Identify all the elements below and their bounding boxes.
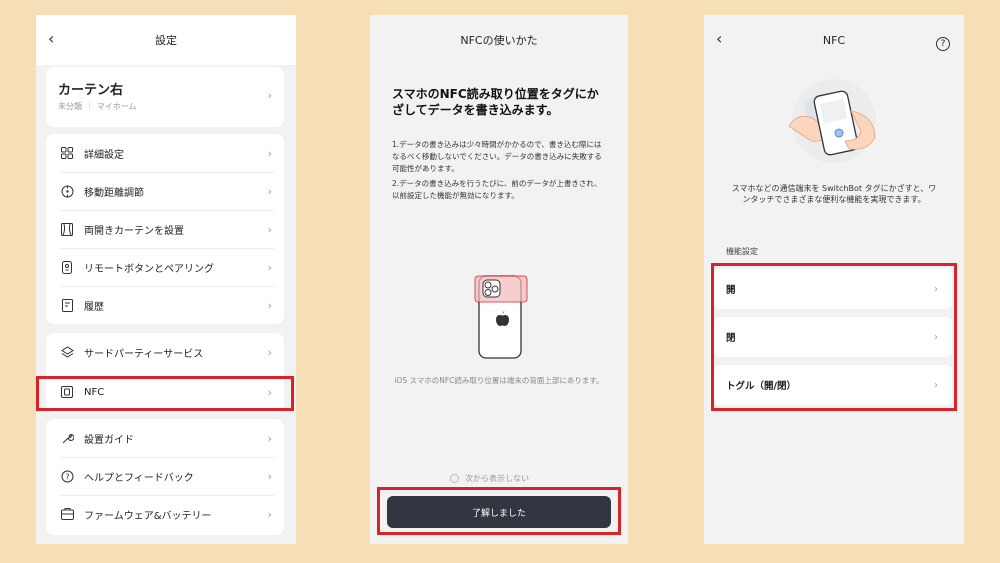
history-icon xyxy=(60,298,74,312)
settings-item-help-feedback[interactable]: ? ヘルプとフィードバック › xyxy=(46,457,284,495)
settings-item-label: 詳細設定 xyxy=(84,149,124,161)
curtain-icon xyxy=(60,222,74,236)
settings-group-1: 詳細設定 › 移動距離調節 › 両開きカーテンを設置 › リモートボタンとペアリ… xyxy=(46,134,284,324)
chevron-right-icon: › xyxy=(267,260,272,274)
firmware-icon xyxy=(60,507,74,521)
page-title: 設定 xyxy=(155,34,177,47)
nfc-howto-screen: NFCの使いかた スマホのNFC読み取り位置をタグにかざしてデータを書き込みます… xyxy=(370,15,628,544)
settings-screen: ‹ 設定 カーテン右 未分類 | マイホーム › 詳細設定 › 移動距離調節 › xyxy=(36,15,296,544)
grid-icon xyxy=(60,146,74,160)
device-meta: 未分類 | マイホーム xyxy=(58,101,136,112)
settings-group-3: 設置ガイド › ? ヘルプとフィードバック › ファームウェア&バッテリー › xyxy=(46,419,284,535)
settings-item-double-curtain[interactable]: 両開きカーテンを設置 › xyxy=(46,210,284,248)
device-home: マイホーム xyxy=(96,102,137,111)
options-highlight-box xyxy=(711,263,957,411)
help-icon[interactable]: ? xyxy=(936,37,950,51)
nfc-nav-bar: ‹ NFC ? xyxy=(704,15,964,65)
phone-back-illustration xyxy=(474,273,534,363)
howto-nav-bar: NFCの使いかた xyxy=(370,15,628,65)
settings-item-label: 移動距離調節 xyxy=(84,187,144,199)
device-category: 未分類 xyxy=(58,102,82,111)
target-icon xyxy=(60,184,74,198)
settings-item-setup-guide[interactable]: 設置ガイド › xyxy=(46,419,284,457)
back-icon[interactable]: ‹ xyxy=(716,29,722,48)
settings-item-advanced[interactable]: 詳細設定 › xyxy=(46,134,284,172)
settings-item-label: サードパーティーサービス xyxy=(84,348,204,360)
section-label: 機能設定 xyxy=(726,247,758,256)
settings-item-label: リモートボタンとペアリング xyxy=(84,263,214,275)
settings-item-label: ファームウェア&バッテリー xyxy=(84,510,212,522)
meta-divider: | xyxy=(88,101,91,110)
chevron-right-icon: › xyxy=(267,298,272,312)
howto-caption: iOS スマホのNFC読み取り位置は端末の背面上部にあります。 xyxy=(394,376,604,385)
settings-item-third-party[interactable]: サードパーティーサービス › xyxy=(46,333,284,371)
nfc-hands-illustration xyxy=(779,71,889,171)
layers-icon xyxy=(60,345,74,359)
chevron-right-icon: › xyxy=(267,146,272,160)
nfc-highlight-box xyxy=(36,376,294,411)
settings-item-label: 両開きカーテンを設置 xyxy=(84,225,184,237)
dont-show-again-checkbox[interactable]: 次から表示しない xyxy=(450,473,529,484)
back-icon[interactable]: ‹ xyxy=(48,29,54,48)
chevron-right-icon: › xyxy=(267,89,272,102)
chevron-right-icon: › xyxy=(267,345,272,359)
settings-item-label: 履歴 xyxy=(84,301,104,313)
settings-item-firmware-battery[interactable]: ファームウェア&バッテリー › xyxy=(46,495,284,533)
page-title: NFCの使いかた xyxy=(460,34,538,47)
wrench-icon xyxy=(60,431,74,445)
chevron-right-icon: › xyxy=(267,184,272,198)
howto-heading: スマホのNFC読み取り位置をタグにかざしてデータを書き込みます。 xyxy=(392,87,599,117)
settings-item-travel-distance[interactable]: 移動距離調節 › xyxy=(46,172,284,210)
svg-text:?: ? xyxy=(65,472,69,481)
nfc-description: スマホなどの通信端末を SwitchBot タグにかざすと、ワンタッチでさまざま… xyxy=(731,184,937,204)
settings-item-label: ヘルプとフィードバック xyxy=(84,472,194,484)
checkbox-label: 次から表示しない xyxy=(465,474,529,483)
howto-note-1: 1.データの書き込みは少々時間がかかるので、書き込む際にはなるべく移動しないでく… xyxy=(392,140,602,173)
chevron-right-icon: › xyxy=(267,431,272,445)
chevron-right-icon: › xyxy=(267,222,272,236)
settings-item-history[interactable]: 履歴 › xyxy=(46,286,284,324)
help-icon: ? xyxy=(60,469,74,483)
confirm-highlight-box xyxy=(377,487,621,535)
checkbox-circle-icon[interactable] xyxy=(450,474,459,483)
chevron-right-icon: › xyxy=(267,469,272,483)
settings-item-remote-pairing[interactable]: リモートボタンとペアリング › xyxy=(46,248,284,286)
settings-nav-bar: ‹ 設定 xyxy=(36,15,296,65)
page-title: NFC xyxy=(822,33,846,47)
chevron-right-icon: › xyxy=(267,507,272,521)
device-name: カーテン右 xyxy=(58,83,124,98)
howto-note-2: 2.データの書き込みを行うたびに、前のデータが上書きされ、以前設定した機能が無効… xyxy=(392,179,602,200)
device-card[interactable]: カーテン右 未分類 | マイホーム › xyxy=(46,67,284,127)
remote-icon xyxy=(60,260,74,274)
settings-item-label: 設置ガイド xyxy=(84,434,134,446)
